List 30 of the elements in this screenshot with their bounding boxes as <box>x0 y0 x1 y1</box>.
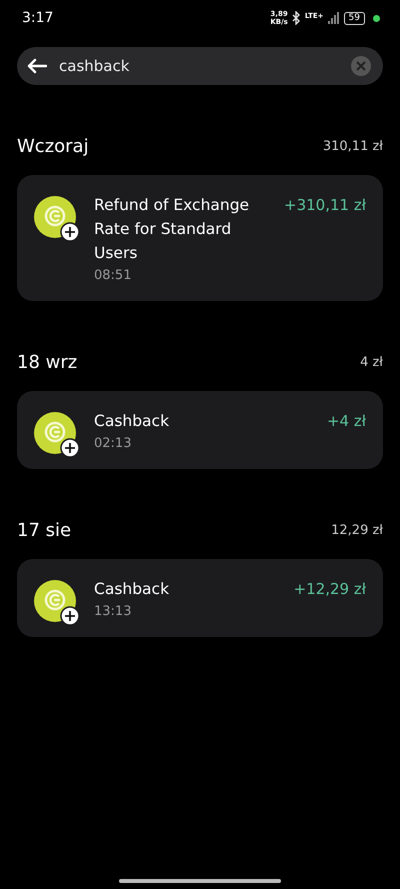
cashback-coin-icon <box>34 412 81 459</box>
transaction-title: Refund of Exchange Rate for Standard Users <box>94 195 250 264</box>
transaction-card[interactable]: Cashback 02:13 +4 zł <box>17 391 383 469</box>
transaction-amount: +12,29 zł <box>294 579 366 600</box>
transaction-time: 02:13 <box>94 436 132 451</box>
signal-icon <box>328 12 340 24</box>
cashback-coin-icon <box>34 580 81 627</box>
status-time: 3:17 <box>22 10 54 26</box>
transaction-title: Cashback <box>94 411 170 432</box>
transaction-amount: +4 zł <box>326 411 366 432</box>
back-arrow-icon[interactable] <box>27 58 47 74</box>
transaction-amount: +310,11 zł <box>284 195 366 216</box>
clear-icon[interactable] <box>351 56 371 76</box>
cashback-coin-icon <box>34 196 81 243</box>
transaction-card[interactable]: Refund of Exchange Rate for Standard Users 08:51 +310,11 zł <box>17 175 383 301</box>
transaction-time: 13:13 <box>94 604 132 619</box>
search-field[interactable]: cashback <box>17 47 383 85</box>
bluetooth-icon <box>292 11 301 25</box>
privacy-dot-icon <box>373 14 380 22</box>
date-header: Wczoraj <box>17 136 89 156</box>
date-header: 18 wrz <box>17 352 78 372</box>
day-total: 4 zł <box>360 354 383 370</box>
day-total: 12,29 zł <box>331 522 383 538</box>
date-header: 17 sie <box>17 520 72 540</box>
battery-level: 59 <box>344 12 365 24</box>
search-input[interactable]: cashback <box>59 57 339 75</box>
transaction-card[interactable]: Cashback 13:13 +12,29 zł <box>17 559 383 637</box>
transaction-time: 08:51 <box>94 268 132 283</box>
transaction-title: Cashback <box>94 579 170 600</box>
day-total: 310,11 zł <box>322 138 383 154</box>
